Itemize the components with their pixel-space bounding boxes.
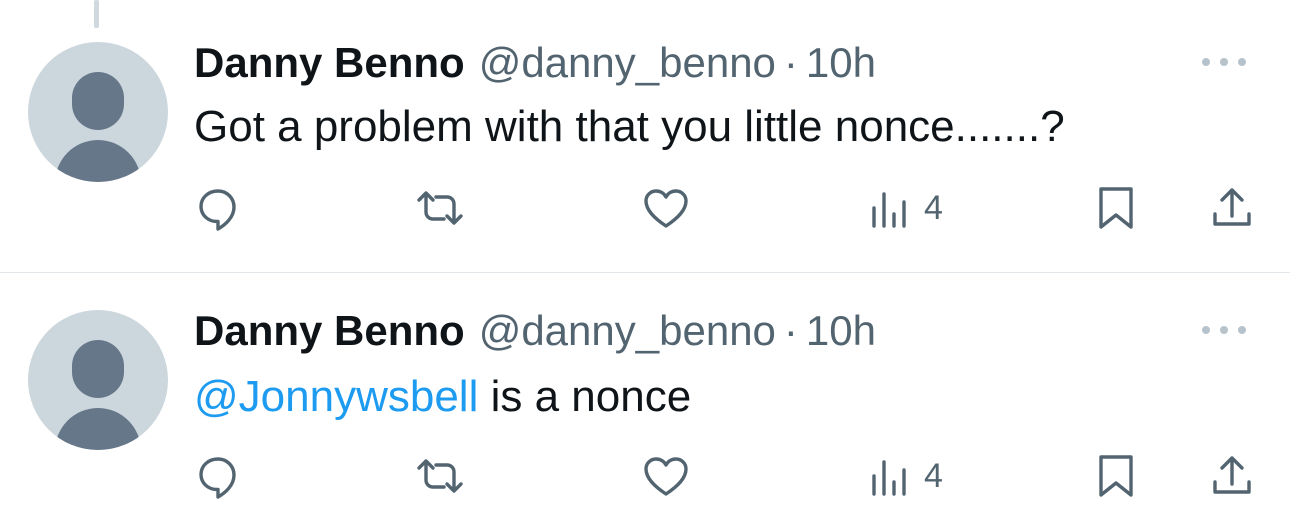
- views-count: 4: [924, 457, 943, 495]
- timestamp[interactable]: 10h: [806, 39, 876, 86]
- views-button[interactable]: 4: [864, 446, 943, 506]
- more-options-icon[interactable]: [1202, 52, 1246, 72]
- share-icon: [1213, 188, 1251, 226]
- action-bar: 4: [0, 178, 1290, 238]
- avatar-shoulders-shape: [55, 140, 141, 182]
- tweet-body: Got a problem with that you little nonce…: [194, 102, 1065, 151]
- avatar[interactable]: [28, 310, 168, 450]
- retweet-icon: [417, 459, 463, 493]
- separator-dot: ·: [783, 39, 798, 86]
- more-options-icon[interactable]: [1202, 320, 1246, 340]
- reply-button[interactable]: [192, 446, 244, 506]
- tweet-text: Got a problem with that you little nonce…: [194, 100, 1065, 154]
- dot: [1238, 58, 1246, 66]
- bookmark-icon: [1099, 455, 1133, 497]
- retweet-button[interactable]: [414, 178, 466, 238]
- tweet[interactable]: Danny Benno @danny_benno · 10h @Jonnywsbell…: [0, 273, 1290, 521]
- tweet-header: Danny Benno @danny_benno · 10h: [194, 38, 876, 88]
- avatar-head-shape: [72, 72, 124, 130]
- avatar-shoulders-shape: [55, 408, 141, 450]
- timestamp[interactable]: 10h: [806, 307, 876, 354]
- dot: [1220, 58, 1228, 66]
- like-icon: [644, 457, 688, 496]
- display-name[interactable]: Danny Benno: [194, 307, 465, 354]
- dot: [1202, 326, 1210, 334]
- like-button[interactable]: [640, 178, 692, 238]
- dot: [1220, 326, 1228, 334]
- user-handle[interactable]: @danny_benno: [479, 39, 776, 86]
- separator-dot: ·: [783, 307, 798, 354]
- action-bar: 4: [0, 446, 1290, 506]
- mention-link[interactable]: @Jonnywsbell: [194, 372, 478, 421]
- bookmark-icon: [1099, 187, 1133, 229]
- views-icon: [872, 192, 906, 228]
- display-name[interactable]: Danny Benno: [194, 39, 465, 86]
- bookmark-button[interactable]: [1090, 178, 1142, 238]
- dot: [1238, 326, 1246, 334]
- dot: [1202, 58, 1210, 66]
- retweet-button[interactable]: [414, 446, 466, 506]
- tweet-text: @Jonnywsbell is a nonce: [194, 370, 691, 424]
- bookmark-button[interactable]: [1090, 446, 1142, 506]
- like-button[interactable]: [640, 446, 692, 506]
- share-button[interactable]: [1206, 446, 1258, 506]
- reply-icon: [199, 457, 236, 499]
- views-button[interactable]: 4: [864, 178, 943, 238]
- share-button[interactable]: [1206, 178, 1258, 238]
- retweet-icon: [417, 191, 463, 225]
- reply-button[interactable]: [192, 178, 244, 238]
- views-icon: [872, 460, 906, 496]
- tweet-body: is a nonce: [478, 372, 692, 421]
- share-icon: [1213, 456, 1251, 494]
- user-handle[interactable]: @danny_benno: [479, 307, 776, 354]
- avatar-head-shape: [72, 340, 124, 398]
- tweet-header: Danny Benno @danny_benno · 10h: [194, 306, 876, 356]
- avatar[interactable]: [28, 42, 168, 182]
- tweet[interactable]: Danny Benno @danny_benno · 10h Got a proble…: [0, 0, 1290, 272]
- views-count: 4: [924, 189, 943, 227]
- like-icon: [644, 189, 688, 228]
- reply-icon: [199, 189, 236, 231]
